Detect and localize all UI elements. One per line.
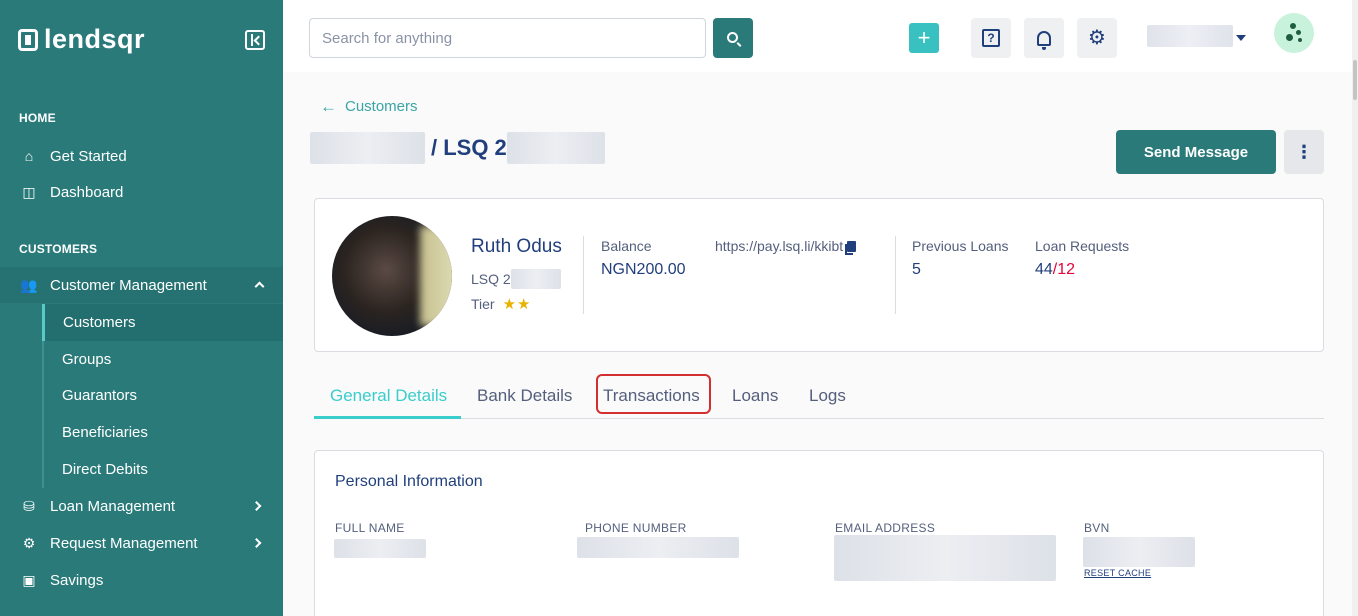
sidebar: lendsqr HOME ⌂ Get Started ◫ Dashboard C… [0,0,283,616]
divider [895,236,896,314]
top-bar: + ? ⚙ [283,0,1358,72]
sidebar-subitem-customers[interactable]: Customers [42,304,283,341]
email-address-label: EMAIL ADDRESS [835,521,936,535]
sidebar-item-label: Request Management [50,534,198,552]
full-name-label: FULL NAME [335,521,405,535]
loan-requests-count: 44 [1035,261,1053,278]
sidebar-item-get-started[interactable]: ⌂ Get Started [0,138,283,174]
previous-loans-label: Previous Loans [912,238,1009,254]
sidebar-item-dashboard[interactable]: ◫ Dashboard [0,174,283,210]
sidebar-subitem-direct-debits[interactable]: Direct Debits [42,451,283,488]
lendsqr-logo-mark [18,28,38,51]
chevron-up-icon [254,281,265,292]
sidebar-item-loan-management[interactable]: ⛁ Loan Management [0,488,283,524]
sidebar-item-label: Customer Management [50,276,207,294]
personal-information-title: Personal Information [335,473,483,490]
page-title-id: / LSQ 2 [431,135,507,160]
customer-tier: Tier ★★ [471,295,532,313]
phone-number-redacted [577,537,739,558]
help-button[interactable]: ? [971,18,1011,58]
back-to-customers-link[interactable]: ← Customers [320,98,418,115]
sidebar-subitem-guarantors[interactable]: Guarantors [42,377,283,414]
balance-label: Balance [601,238,652,254]
customer-id-redacted [506,132,605,164]
reset-cache-link[interactable]: RESET CACHE [1084,568,1151,578]
send-message-button[interactable]: Send Message [1116,130,1276,174]
previous-loans-value: 5 [912,261,921,278]
customer-photo [332,216,452,336]
user-name-redacted[interactable] [1147,25,1233,47]
search-input[interactable] [309,18,706,58]
notifications-button[interactable] [1024,18,1064,58]
home-icon: ⌂ [24,148,34,164]
active-tab-indicator [314,416,461,419]
pay-link-url[interactable]: https://pay.lsq.li/kkibt [715,238,843,254]
settings-button[interactable]: ⚙ [1077,18,1117,58]
loan-requests-value: 44/12 [1035,261,1075,279]
star-rating-icon: ★★ [502,296,532,313]
search-button[interactable] [713,18,753,58]
request-icon: ⚙ [22,534,36,551]
tab-bank-details[interactable]: Bank Details [477,386,572,406]
customer-summary-card: Ruth Odus LSQ 2 Tier ★★ Balance NGN200.0… [314,198,1324,352]
tab-logs[interactable]: Logs [809,386,846,406]
sidebar-item-request-management[interactable]: ⚙ Request Management [0,525,283,561]
customer-id-redacted [510,269,561,289]
loan-icon: ⛁ [23,497,35,514]
customer-id: LSQ 2 [471,269,561,289]
sidebar-item-label: Savings [50,571,104,589]
tab-general-details[interactable]: General Details [330,386,447,406]
briefcase-icon: ▣ [22,571,36,588]
sidebar-subitem-groups[interactable]: Groups [42,341,283,378]
copy-icon[interactable] [845,240,857,255]
users-icon: 👥 [20,276,38,293]
lendsqr-logo-text: lendsqr [44,24,146,54]
chevron-right-icon [251,501,262,511]
help-book-icon: ? [982,29,1000,47]
divider [583,236,584,314]
personal-information-card: Personal Information FULL NAME PHONE NUM… [314,450,1324,616]
customer-tabs: General Details Bank Details Transaction… [314,376,1324,419]
dashboard-icon: ◫ [22,183,36,200]
bvn-label: BVN [1084,521,1110,535]
transactions-tab-highlight [596,374,711,414]
avatar[interactable] [1274,13,1314,53]
back-link-label: Customers [345,98,418,115]
email-address-redacted [834,535,1056,581]
tab-loans[interactable]: Loans [732,386,778,406]
tier-label: Tier [471,296,495,312]
pay-link: https://pay.lsq.li/kkibt [715,238,857,255]
bvn-redacted [1083,537,1195,567]
arrow-left-icon: ← [320,97,337,116]
bell-icon [1037,30,1051,50]
sidebar-item-label: Dashboard [50,183,124,201]
search-icon [726,31,738,43]
section-label-customers: CUSTOMERS [19,242,98,256]
caret-down-icon[interactable] [1236,35,1246,41]
full-name-redacted [334,539,426,558]
customer-id-prefix: LSQ 2 [471,271,511,287]
sidebar-item-customer-management[interactable]: 👥 Customer Management [0,267,283,303]
collapse-sidebar-icon[interactable] [245,30,265,50]
loan-requests-label: Loan Requests [1035,238,1130,254]
gear-icon: ⚙ [1088,27,1106,49]
more-options-button[interactable]: ⋮ [1284,130,1324,174]
lendsqr-logo[interactable]: lendsqr [18,26,145,53]
chevron-right-icon [251,538,262,548]
sidebar-item-label: Get Started [50,147,127,165]
page-title: / LSQ 2 [310,132,605,164]
kebab-menu-icon: ⋮ [1295,141,1313,162]
balance-value: NGN200.00 [601,261,686,278]
sidebar-item-label: Loan Management [50,497,176,515]
add-button[interactable]: + [909,23,939,53]
page-scrollbar[interactable] [1352,0,1358,616]
phone-number-label: PHONE NUMBER [585,521,687,535]
sidebar-item-savings[interactable]: ▣ Savings [0,562,283,598]
section-label-home: HOME [19,111,56,125]
customer-name-redacted [310,132,425,164]
loan-requests-rejected: 12 [1057,261,1076,278]
sidebar-subitem-beneficiaries[interactable]: Beneficiaries [42,414,283,451]
customer-name: Ruth Odus [471,236,562,257]
